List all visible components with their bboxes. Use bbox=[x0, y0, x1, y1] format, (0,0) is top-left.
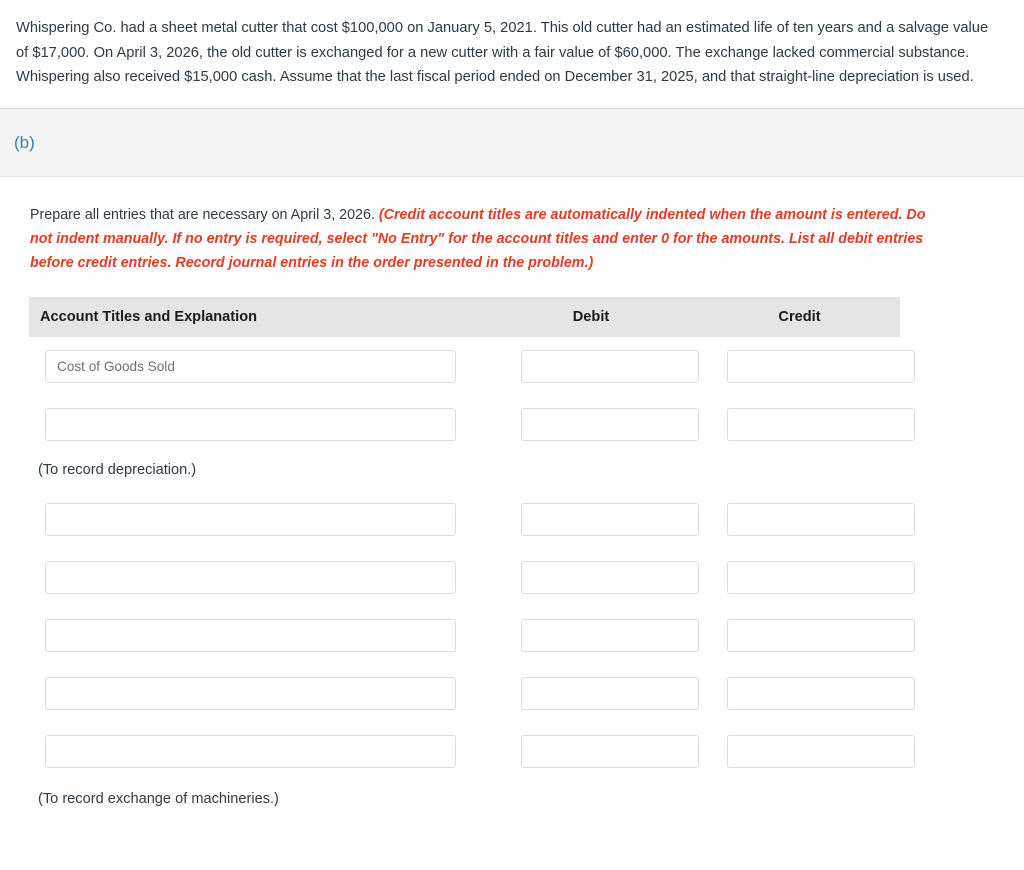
table-row bbox=[0, 734, 1024, 768]
credit-cell bbox=[699, 349, 915, 383]
debit-cell bbox=[483, 349, 699, 383]
debit-cell bbox=[483, 618, 699, 652]
debit-amount-input[interactable] bbox=[521, 734, 699, 768]
instruction-block: Prepare all entries that are necessary o… bbox=[0, 177, 1024, 275]
debit-amount-input[interactable] bbox=[521, 349, 699, 383]
debit-cell bbox=[483, 502, 699, 536]
entry-caption-depreciation: (To record depreciation.) bbox=[38, 461, 197, 478]
credit-cell bbox=[699, 407, 915, 441]
account-title-input[interactable] bbox=[45, 502, 456, 536]
credit-cell bbox=[699, 618, 915, 652]
part-label: (b) bbox=[14, 132, 35, 152]
credit-cell bbox=[699, 734, 915, 768]
column-header-credit: Credit bbox=[778, 308, 821, 325]
debit-amount-input[interactable] bbox=[521, 618, 699, 652]
account-cell bbox=[0, 618, 483, 652]
account-title-input[interactable] bbox=[45, 560, 456, 594]
account-cell bbox=[0, 407, 483, 441]
table-row bbox=[0, 560, 1024, 594]
problem-statement-block: Whispering Co. had a sheet metal cutter … bbox=[0, 0, 1024, 109]
entry-caption-exchange: (To record exchange of machineries.) bbox=[38, 790, 279, 807]
debit-amount-input[interactable] bbox=[521, 676, 699, 710]
part-b-band: (b) bbox=[0, 108, 1024, 177]
account-cell bbox=[0, 502, 483, 536]
table-row bbox=[0, 407, 1024, 441]
account-cell bbox=[0, 676, 483, 710]
instruction-text: Prepare all entries that are necessary o… bbox=[30, 203, 930, 275]
debit-amount-input[interactable] bbox=[521, 502, 699, 536]
column-header-account-titles: Account Titles and Explanation bbox=[40, 308, 258, 325]
credit-amount-input[interactable] bbox=[727, 349, 915, 383]
credit-amount-input[interactable] bbox=[727, 502, 915, 536]
journal-entry-table: Account Titles and Explanation Debit Cre… bbox=[0, 275, 1024, 841]
table-row bbox=[0, 676, 1024, 710]
bottom-spacer bbox=[0, 807, 1024, 841]
account-cell: Cost of Goods Sold bbox=[0, 349, 483, 383]
debit-cell bbox=[483, 676, 699, 710]
account-title-input[interactable] bbox=[45, 618, 456, 652]
credit-amount-input[interactable] bbox=[727, 676, 915, 710]
table-row: Cost of Goods Sold bbox=[0, 349, 1024, 383]
credit-cell bbox=[699, 502, 915, 536]
debit-cell bbox=[483, 734, 699, 768]
debit-amount-input[interactable] bbox=[521, 560, 699, 594]
instruction-lead: Prepare all entries that are necessary o… bbox=[30, 206, 379, 223]
account-title-input[interactable] bbox=[45, 676, 456, 710]
credit-cell bbox=[699, 676, 915, 710]
journal-table-body: Cost of Goods Sold (To record depreciati… bbox=[0, 337, 1024, 807]
journal-table-header-row: Account Titles and Explanation Debit Cre… bbox=[29, 296, 900, 337]
table-row bbox=[0, 618, 1024, 652]
account-cell bbox=[0, 734, 483, 768]
account-cell bbox=[0, 560, 483, 594]
credit-amount-input[interactable] bbox=[727, 734, 915, 768]
problem-statement-text: Whispering Co. had a sheet metal cutter … bbox=[16, 20, 989, 85]
table-row bbox=[0, 502, 1024, 536]
account-title-input[interactable] bbox=[45, 734, 456, 768]
debit-cell bbox=[483, 407, 699, 441]
account-title-input[interactable]: Cost of Goods Sold bbox=[45, 349, 456, 383]
credit-amount-input[interactable] bbox=[727, 560, 915, 594]
column-header-debit: Debit bbox=[572, 308, 610, 325]
debit-cell bbox=[483, 560, 699, 594]
account-title-input[interactable] bbox=[45, 407, 456, 441]
debit-amount-input[interactable] bbox=[521, 407, 699, 441]
credit-cell bbox=[699, 560, 915, 594]
credit-amount-input[interactable] bbox=[727, 618, 915, 652]
credit-amount-input[interactable] bbox=[727, 407, 915, 441]
